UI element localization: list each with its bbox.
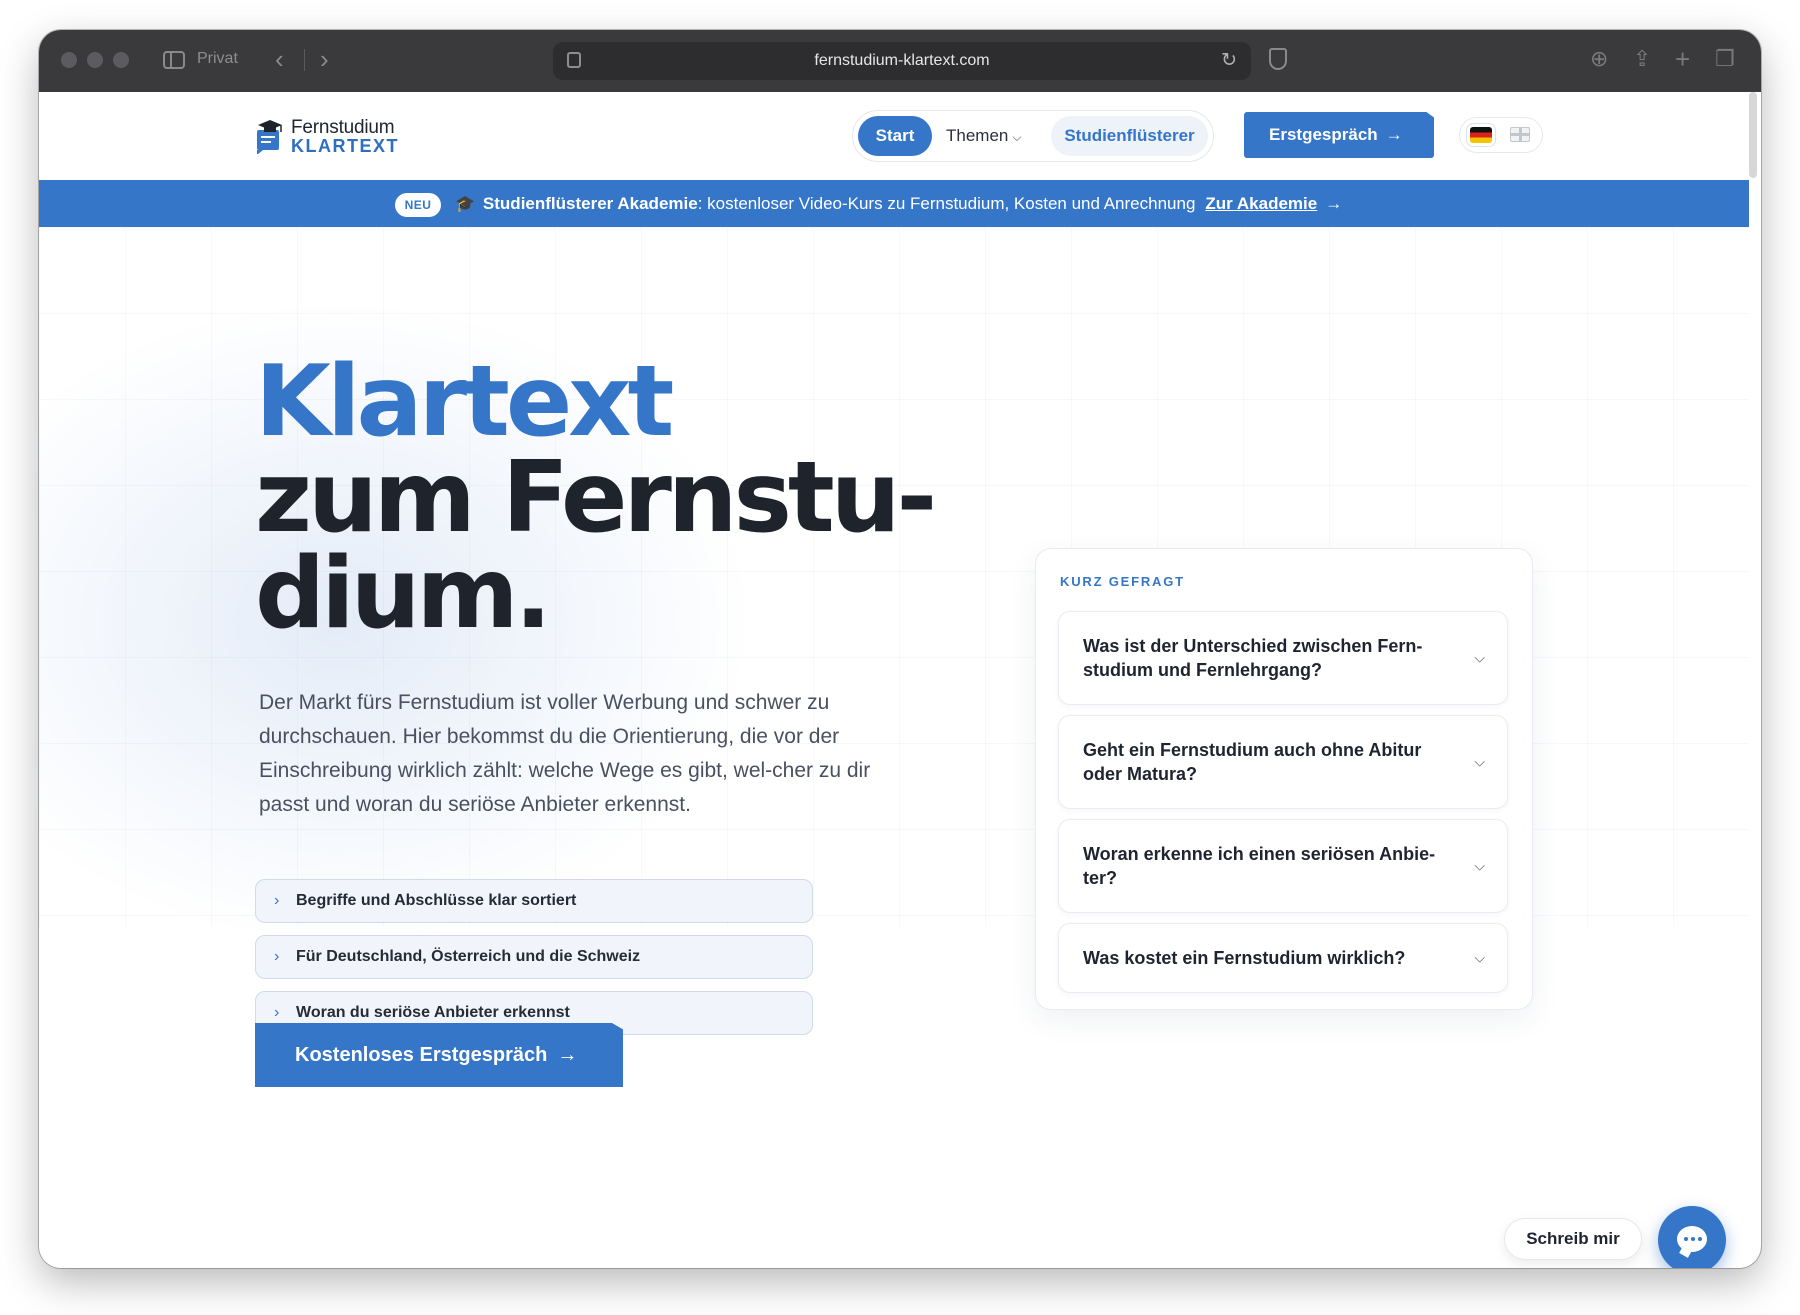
private-mode-label: Privat	[197, 50, 238, 67]
close-window-button[interactable]	[61, 52, 77, 68]
nav-divider	[304, 49, 305, 71]
shield-icon[interactable]	[1269, 48, 1287, 70]
minimize-window-button[interactable]	[87, 52, 103, 68]
graduation-cap-logo-icon	[257, 120, 282, 154]
chevron-down-icon: ⌵	[1474, 649, 1485, 666]
erstgespraech-button-label: Erstgespräch	[1269, 125, 1378, 144]
new-badge: NEU	[395, 192, 441, 217]
announcement-content: NEU 🎓 Studienflüsterer Akademie: kostenlos…	[395, 191, 1342, 217]
hero-title-line2: zum Fernstu-	[255, 441, 937, 555]
address-bar[interactable]: fernstudium-klartext.com ↻	[553, 42, 1251, 80]
chat-label-button[interactable]: Schreib mir	[1504, 1218, 1642, 1260]
chat-button[interactable]	[1658, 1206, 1726, 1268]
web-page: Fernstudium KLARTEXT Start Themen ⌵ Studi…	[39, 92, 1749, 1268]
browser-window: Privat ‹ › fernstudium-klartext.com ↻ ⊕ …	[39, 30, 1761, 1268]
feature-item: › Begriffe und Abschlüsse klar sortiert	[255, 879, 813, 923]
announcement-banner: NEU 🎓 Studienflüsterer Akademie: kostenlos…	[39, 180, 1749, 227]
reload-icon[interactable]: ↻	[1221, 49, 1237, 72]
english-flag-icon[interactable]	[1510, 127, 1530, 142]
faq-question: Was ist der Unterschied zwischen Fern-st…	[1083, 636, 1423, 680]
browser-toolbar: Privat ‹ › fernstudium-klartext.com ↻ ⊕ …	[39, 30, 1761, 92]
faq-question: Woran erkenne ich einen seriösen Anbie-t…	[1083, 844, 1436, 888]
chat-bubble-icon	[1677, 1226, 1707, 1252]
arrow-right-icon: →	[557, 1044, 578, 1066]
feature-label: Woran du seriöse Anbieter erkennst	[296, 1004, 570, 1021]
forward-arrow-icon[interactable]: ›	[320, 44, 329, 74]
akademie-link[interactable]: Zur Akademie	[1205, 194, 1317, 213]
hero-title-line3: dium.	[255, 537, 552, 651]
main-navigation: Start Themen ⌵ Studienflüsterer	[852, 110, 1214, 162]
chat-dots	[1684, 1237, 1688, 1241]
feature-label: Begriffe und Abschlüsse klar sortiert	[296, 892, 577, 909]
arrow-right-icon: →	[1325, 194, 1343, 213]
new-tab-icon[interactable]: +	[1675, 44, 1690, 74]
faq-question: Geht ein Fernstudium auch ohne Abitur od…	[1083, 740, 1422, 784]
language-switcher	[1459, 117, 1543, 153]
download-icon[interactable]: ⊕	[1590, 44, 1608, 74]
kostenloses-erstgespraech-button[interactable]: Kostenloses Erstgespräch →	[255, 1023, 623, 1087]
hero-title-accent: Klartext	[255, 345, 674, 459]
hero-description: Der Markt fürs Fernstudium ist voller We…	[259, 691, 871, 816]
back-arrow-icon[interactable]: ‹	[275, 44, 284, 74]
faq-heading: KURZ GEFRAGT	[1060, 574, 1185, 589]
nav-item-themen[interactable]: Themen ⌵	[946, 116, 1021, 156]
banner-text: : kostenloser Video-Kurs zu Fernstudium,…	[697, 194, 1196, 213]
graduation-cap-icon: 🎓	[455, 195, 475, 213]
faq-item[interactable]: Geht ein Fernstudium auch ohne Abitur od…	[1058, 715, 1508, 809]
feature-item: › Für Deutschland, Österreich und die Sc…	[255, 935, 813, 979]
logo-text-klartext: KLARTEXT	[291, 136, 399, 156]
tab-overview-icon[interactable]: ❐	[1715, 44, 1735, 74]
hero-title: Klartext zum Fernstu- dium.	[255, 345, 937, 651]
faq-item[interactable]: Was kostet ein Fernstudium wirklich? ⌵	[1058, 923, 1508, 993]
sidebar-icon[interactable]	[163, 51, 185, 69]
chevron-right-icon: ›	[274, 892, 280, 909]
nav-item-themen-label: Themen	[946, 126, 1009, 145]
chevron-down-icon: ⌵	[1474, 949, 1485, 966]
scrollbar-thumb[interactable]	[1749, 92, 1757, 178]
nav-item-start[interactable]: Start	[858, 116, 932, 156]
share-icon[interactable]: ⇪	[1633, 44, 1651, 74]
faq-question: Was kostet ein Fernstudium wirklich?	[1083, 948, 1406, 968]
faq-item[interactable]: Was ist der Unterschied zwischen Fern-st…	[1058, 611, 1508, 705]
url-text: fernstudium-klartext.com	[814, 52, 990, 69]
zoom-window-button[interactable]	[113, 52, 129, 68]
arrow-right-icon: →	[1385, 125, 1403, 144]
chevron-down-icon: ⌵	[1012, 130, 1022, 144]
erstgespraech-button[interactable]: Erstgespräch →	[1244, 112, 1434, 158]
chevron-down-icon: ⌵	[1474, 857, 1485, 874]
site-logo[interactable]: Fernstudium KLARTEXT	[256, 114, 399, 158]
site-header: Fernstudium KLARTEXT Start Themen ⌵ Studi…	[39, 92, 1749, 180]
nav-item-studienfluesterer[interactable]: Studienflüsterer	[1051, 116, 1208, 156]
chevron-down-icon: ⌵	[1474, 753, 1485, 770]
feature-label: Für Deutschland, Österreich und die Schw…	[296, 948, 641, 965]
faq-card: KURZ GEFRAGT Was ist der Unterschied zwi…	[1035, 548, 1533, 1010]
faq-item[interactable]: Woran erkenne ich einen seriösen Anbie-t…	[1058, 819, 1508, 913]
german-flag-icon[interactable]	[1470, 127, 1492, 143]
cta-main-label: Kostenloses Erstgespräch	[295, 1044, 548, 1066]
chevron-right-icon: ›	[274, 948, 280, 965]
banner-title: Studienflüsterer Akademie	[482, 194, 698, 213]
